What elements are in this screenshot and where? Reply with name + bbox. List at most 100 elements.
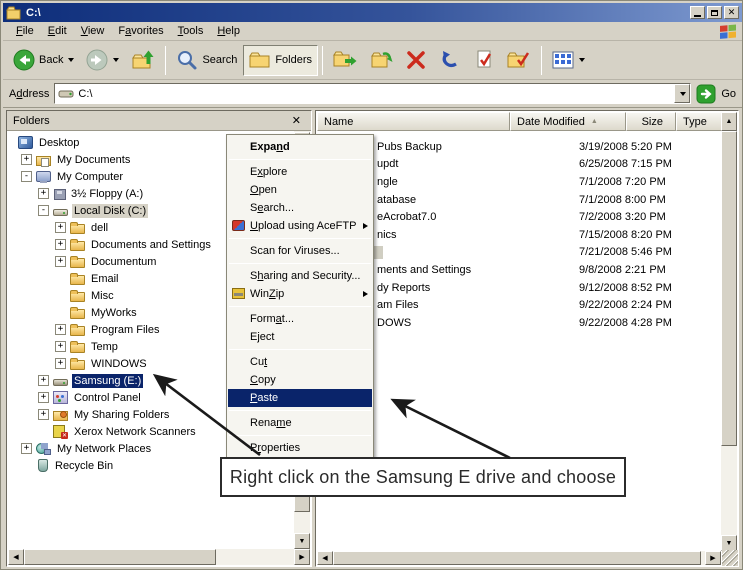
go-icon[interactable] [696, 84, 716, 104]
scroll-left-icon[interactable]: ◀ [317, 551, 333, 565]
move-to-button[interactable] [327, 45, 363, 76]
tree-expander[interactable]: + [38, 392, 49, 403]
tree-expander[interactable]: + [55, 256, 66, 267]
search-button[interactable]: Search [170, 45, 243, 76]
context-menu-item[interactable]: Copy [228, 371, 372, 389]
scroll-up-icon[interactable]: ▲ [721, 112, 737, 131]
context-menu-item[interactable]: Explore [228, 163, 372, 181]
context-menu-item[interactable]: Eject [228, 328, 372, 346]
tree-expander[interactable]: + [38, 409, 49, 420]
column-header[interactable]: Date Modified ▲ [510, 112, 626, 131]
context-menu-item[interactable]: Properties [228, 439, 372, 457]
close-button[interactable]: ✕ [724, 6, 739, 19]
context-menu-item-label: Open [250, 184, 277, 196]
folders-pane-close-icon[interactable]: ✕ [288, 114, 305, 127]
column-header[interactable]: Name [317, 112, 510, 131]
views-button[interactable] [546, 45, 591, 76]
validate-document-button[interactable] [469, 45, 501, 76]
window-title: C:\ [26, 7, 688, 19]
maximize-button[interactable] [707, 6, 722, 19]
context-menu-item[interactable] [229, 349, 371, 350]
context-menu-item[interactable]: Format... [228, 310, 372, 328]
file-row[interactable]: eAcrobat7.0 7/2/2008 3:20 PM [317, 208, 721, 226]
up-button[interactable] [125, 45, 161, 76]
validate-folder-button[interactable] [501, 45, 537, 76]
file-row[interactable]: ngle 7/1/2008 7:20 PM [317, 173, 721, 191]
copy-to-button[interactable] [363, 45, 399, 76]
file-row[interactable]: atabase 7/1/2008 8:00 PM [317, 191, 721, 209]
menu-bar-item[interactable]: Favorites [111, 23, 170, 39]
scroll-left-icon[interactable]: ◀ [8, 549, 24, 565]
file-row[interactable]: Pubs Backup 3/19/2008 5:20 PM [317, 138, 721, 156]
tree-expander[interactable]: - [21, 171, 32, 182]
context-menu-item[interactable]: Upload using AceFTP [228, 217, 372, 235]
menu-bar-item[interactable]: File [9, 23, 41, 39]
scroll-down-icon[interactable]: ▼ [294, 533, 310, 549]
tree-expander[interactable]: + [55, 239, 66, 250]
column-header[interactable]: Size [626, 112, 676, 131]
address-dropdown-button[interactable] [674, 84, 690, 103]
forward-dropdown-icon[interactable] [113, 58, 119, 62]
file-row[interactable]: DOWS 9/22/2008 4:28 PM [317, 314, 721, 332]
context-menu-item[interactable]: Expand [228, 137, 372, 156]
context-menu-item[interactable] [229, 263, 371, 264]
file-row[interactable]: ments and Settings 9/8/2008 2:21 PM [317, 261, 721, 279]
tree-expander[interactable]: + [55, 341, 66, 352]
menu-bar-item[interactable]: View [74, 23, 112, 39]
tree-expander[interactable]: + [21, 154, 32, 165]
file-row[interactable]: 7/21/2008 5:46 PM [317, 244, 721, 262]
context-menu-item-icon [232, 270, 245, 281]
title-bar[interactable]: C:\ ✕ [3, 3, 742, 22]
tree-expander[interactable]: + [55, 324, 66, 335]
file-row[interactable]: nics 7/15/2008 8:20 PM [317, 226, 721, 244]
address-input[interactable]: C:\ [54, 83, 691, 104]
context-menu-item[interactable] [229, 159, 371, 160]
context-menu-item[interactable]: Open [228, 181, 372, 199]
context-menu-item[interactable]: Scan for Viruses... [228, 242, 372, 260]
context-menu-item[interactable] [229, 306, 371, 307]
context-menu-item[interactable]: Sharing and Security... [228, 267, 372, 285]
tree-expander[interactable]: + [55, 358, 66, 369]
menu-bar-item[interactable]: Help [210, 23, 247, 39]
scroll-down-icon[interactable]: ▼ [721, 535, 737, 551]
scroll-right-icon[interactable]: ▶ [294, 549, 310, 565]
tree-expander[interactable]: + [55, 222, 66, 233]
views-dropdown-icon[interactable] [579, 58, 585, 62]
menu-bar-item[interactable]: Tools [171, 23, 211, 39]
folders-button[interactable]: Folders [243, 45, 318, 76]
column-header[interactable]: Type [676, 112, 723, 131]
scrollbar-thumb[interactable] [24, 549, 216, 565]
context-menu-item[interactable] [229, 238, 371, 239]
tree-expander[interactable]: - [38, 205, 49, 216]
forward-button[interactable] [80, 45, 125, 76]
context-menu-item[interactable]: Rename [228, 414, 372, 432]
context-menu-item[interactable]: Paste [228, 389, 372, 407]
undo-button[interactable] [433, 45, 469, 76]
minimize-button[interactable] [690, 6, 705, 19]
context-menu-item-icon [232, 374, 245, 385]
go-label[interactable]: Go [721, 88, 736, 100]
scroll-right-icon[interactable]: ▶ [705, 551, 721, 565]
file-row[interactable]: dy Reports 9/12/2008 8:52 PM [317, 279, 721, 297]
tree-expander[interactable]: + [21, 443, 32, 454]
context-menu-item[interactable]: Cut [228, 353, 372, 371]
context-menu-item[interactable] [229, 435, 371, 436]
toolbar-separator [165, 46, 166, 75]
file-name: DOWS [377, 317, 411, 329]
scrollbar-thumb[interactable] [333, 551, 701, 565]
tree-item-label: Email [89, 272, 121, 286]
menu-bar-item[interactable]: Edit [41, 23, 74, 39]
context-menu-item[interactable] [229, 410, 371, 411]
back-dropdown-icon[interactable] [68, 58, 74, 62]
file-row[interactable]: updt 6/25/2008 7:15 PM [317, 156, 721, 174]
scrollbar-thumb[interactable] [721, 131, 737, 446]
file-row[interactable]: am Files 9/22/2008 2:24 PM [317, 296, 721, 314]
back-button[interactable]: Back [7, 45, 80, 76]
up-folder-icon [131, 49, 155, 71]
tree-expander[interactable]: + [38, 375, 49, 386]
context-menu-item[interactable]: WinZip [228, 285, 372, 303]
context-menu-item[interactable]: Search... [228, 199, 372, 217]
tree-expander[interactable]: + [38, 188, 49, 199]
delete-button[interactable] [399, 45, 433, 76]
resize-grip[interactable] [722, 550, 738, 566]
